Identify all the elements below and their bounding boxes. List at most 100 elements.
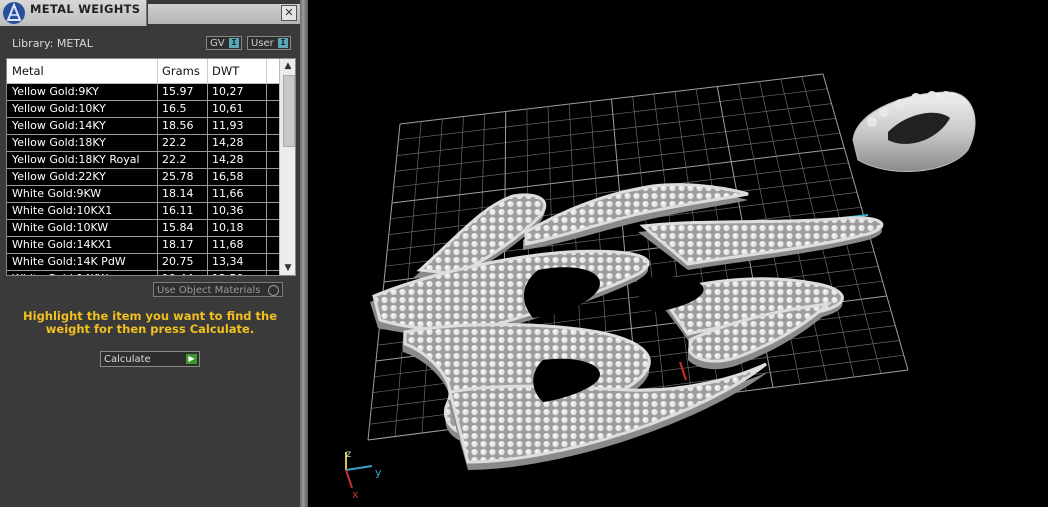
row-divider xyxy=(266,152,267,169)
metal-cell: Yellow Gold:18KY xyxy=(12,136,106,149)
row-divider xyxy=(157,101,158,118)
calculate-button[interactable]: Calculate ▶ xyxy=(100,351,200,367)
table-row[interactable]: White Gold:14K PdW 20.75 13,34 xyxy=(7,254,279,271)
grams-cell: 15.97 xyxy=(162,85,194,98)
scroll-thumb[interactable] xyxy=(283,75,295,147)
metal-weights-panel: METAL WEIGHTS ✕ Library: METAL GV I User… xyxy=(0,0,300,507)
row-divider xyxy=(207,101,208,118)
table-scrollbar[interactable]: ▲ ▼ xyxy=(279,59,295,275)
close-button[interactable]: ✕ xyxy=(281,5,297,21)
metal-cell: White Gold:10KW xyxy=(12,221,109,234)
table-row[interactable]: Yellow Gold:22KY 25.78 16,58 xyxy=(7,169,279,186)
row-divider xyxy=(157,254,158,271)
table-row[interactable]: Yellow Gold:14KY 18.56 11,93 xyxy=(7,118,279,135)
scroll-down-icon[interactable]: ▼ xyxy=(280,261,295,275)
row-divider xyxy=(266,169,267,186)
metal-cell: White Gold:10KX1 xyxy=(12,204,113,217)
instruction-text: Highlight the item you want to find the … xyxy=(23,309,277,336)
row-divider xyxy=(207,169,208,186)
dwt-cell: 11,66 xyxy=(212,187,244,200)
user-indicator-icon: I xyxy=(278,38,288,48)
dwt-cell: 14,28 xyxy=(212,136,244,149)
user-label: User xyxy=(251,38,274,49)
row-divider xyxy=(207,152,208,169)
column-divider xyxy=(157,59,158,83)
row-divider xyxy=(266,237,267,254)
row-divider xyxy=(266,186,267,203)
grams-cell: 18.14 xyxy=(162,187,194,200)
viewport-scene: z y x xyxy=(345,73,976,501)
user-toggle[interactable]: User I xyxy=(247,36,291,50)
table-header: Metal Grams DWT xyxy=(7,59,279,84)
panel-title: METAL WEIGHTS xyxy=(30,2,141,16)
table-row[interactable]: White Gold:14KX1 18.17 11,68 xyxy=(7,237,279,254)
table-row[interactable]: White Gold:9KW 18.14 11,66 xyxy=(7,186,279,203)
row-divider xyxy=(207,203,208,220)
dwt-cell: 10,36 xyxy=(212,204,244,217)
row-divider xyxy=(157,152,158,169)
row-divider xyxy=(207,186,208,203)
panel-title-tab[interactable]: METAL WEIGHTS xyxy=(0,0,147,26)
dwt-cell: 10,27 xyxy=(212,85,244,98)
rhino-app-icon xyxy=(3,2,25,24)
row-divider xyxy=(207,118,208,135)
row-divider xyxy=(266,135,267,152)
3d-viewport[interactable]: z y x xyxy=(308,0,1048,507)
table-row[interactable]: White Gold:10KX1 16.11 10,36 xyxy=(7,203,279,220)
axis-x-label: x xyxy=(352,488,359,501)
gv-label: GV xyxy=(210,38,225,49)
row-divider xyxy=(157,203,158,220)
dwt-cell: 10,18 xyxy=(212,221,244,234)
column-header-dwt[interactable]: DWT xyxy=(212,64,239,78)
metal-table[interactable]: Metal Grams DWT Yellow Gold:9KY 15.97 10,2… xyxy=(6,58,296,276)
column-divider xyxy=(207,59,208,83)
metal-cell: Yellow Gold:9KY xyxy=(12,85,99,98)
grams-cell: 18.56 xyxy=(162,119,194,132)
dwt-cell: 11,93 xyxy=(212,119,244,132)
column-header-grams[interactable]: Grams xyxy=(162,64,200,78)
table-row[interactable]: Yellow Gold:10KY 16.5 10,61 xyxy=(7,101,279,118)
titlebar-fill xyxy=(148,4,300,24)
grams-cell: 20.75 xyxy=(162,255,194,268)
row-divider xyxy=(157,84,158,101)
row-divider xyxy=(266,220,267,237)
metal-cell: Yellow Gold:14KY xyxy=(12,119,106,132)
scroll-up-icon[interactable]: ▲ xyxy=(280,59,295,73)
calculate-label: Calculate xyxy=(104,354,151,365)
row-divider xyxy=(207,220,208,237)
metal-cell: White Gold:14KW xyxy=(12,272,108,275)
metal-cell: White Gold:14KX1 xyxy=(12,238,113,251)
row-divider xyxy=(157,118,158,135)
table-row[interactable]: Yellow Gold:18KY 22.2 14,28 xyxy=(7,135,279,152)
metal-cell: Yellow Gold:10KY xyxy=(12,102,106,115)
row-divider xyxy=(266,101,267,118)
table-row[interactable]: White Gold:14KW 19.44 12,50 xyxy=(7,271,279,275)
use-object-materials-checkbox[interactable]: Use Object Materials xyxy=(153,282,283,297)
row-divider xyxy=(207,237,208,254)
grams-cell: 22.2 xyxy=(162,136,187,149)
gv-toggle[interactable]: GV I xyxy=(206,36,242,50)
row-divider xyxy=(266,84,267,101)
row-divider xyxy=(157,220,158,237)
use-object-materials-label: Use Object Materials xyxy=(157,285,261,296)
panel-splitter[interactable] xyxy=(300,0,308,507)
grams-cell: 18.17 xyxy=(162,238,194,251)
row-divider xyxy=(266,271,267,275)
metal-cell: Yellow Gold:18KY Royal xyxy=(12,153,140,166)
table-row[interactable]: Yellow Gold:9KY 15.97 10,27 xyxy=(7,84,279,101)
grams-cell: 16.11 xyxy=(162,204,194,217)
row-divider xyxy=(266,254,267,271)
pendant-bail-model[interactable] xyxy=(852,91,976,172)
row-divider xyxy=(157,135,158,152)
row-divider xyxy=(207,84,208,101)
table-row[interactable]: White Gold:10KW 15.84 10,18 xyxy=(7,220,279,237)
grams-cell: 25.78 xyxy=(162,170,194,183)
row-divider xyxy=(157,237,158,254)
column-divider xyxy=(266,59,267,83)
table-body: Yellow Gold:9KY 15.97 10,27 Yellow Gold:10K… xyxy=(7,84,279,275)
table-row[interactable]: Yellow Gold:18KY Royal 22.2 14,28 xyxy=(7,152,279,169)
column-header-metal[interactable]: Metal xyxy=(12,64,44,78)
library-label: Library: METAL xyxy=(12,37,93,50)
dwt-cell: 12,50 xyxy=(212,272,244,275)
row-divider xyxy=(207,135,208,152)
